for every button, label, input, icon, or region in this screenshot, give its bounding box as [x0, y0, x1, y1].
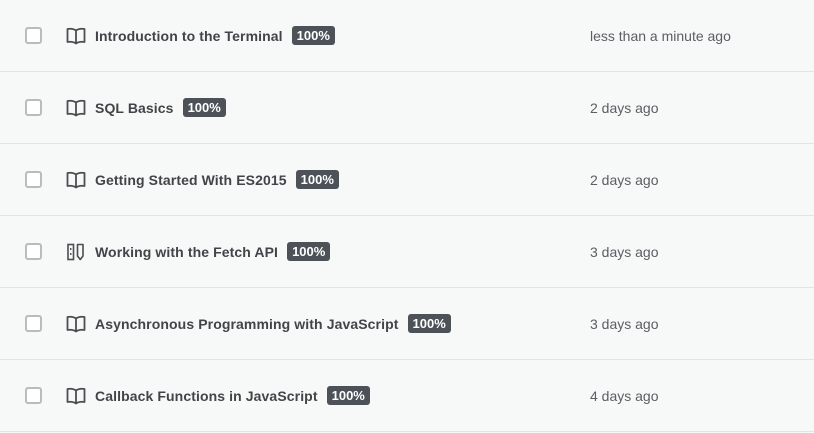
- progress-badge: 100%: [326, 386, 370, 405]
- list-item: Working with the Fetch API 100% 3 days a…: [0, 216, 814, 288]
- book-icon: [66, 170, 86, 190]
- item-title[interactable]: Getting Started With ES2015: [95, 172, 287, 188]
- content-list: Introduction to the Terminal 100% less t…: [0, 0, 814, 432]
- item-title[interactable]: Introduction to the Terminal: [95, 28, 283, 44]
- item-timestamp: 2 days ago: [590, 171, 659, 188]
- item-checkbox[interactable]: [25, 27, 42, 44]
- item-timestamp: less than a minute ago: [590, 27, 731, 44]
- item-title-wrap: Callback Functions in JavaScript 100%: [95, 386, 370, 405]
- item-title-wrap: Introduction to the Terminal 100%: [95, 26, 335, 45]
- book-icon: [66, 98, 86, 118]
- item-title-wrap: Working with the Fetch API 100%: [95, 242, 331, 261]
- list-item: Introduction to the Terminal 100% less t…: [0, 0, 814, 72]
- list-item: Asynchronous Programming with JavaScript…: [0, 288, 814, 360]
- item-title-wrap: Asynchronous Programming with JavaScript…: [95, 314, 451, 333]
- progress-badge: 100%: [287, 242, 331, 261]
- item-checkbox[interactable]: [25, 315, 42, 332]
- item-title-wrap: Getting Started With ES2015 100%: [95, 170, 339, 189]
- item-checkbox[interactable]: [25, 171, 42, 188]
- item-timestamp: 2 days ago: [590, 99, 659, 116]
- item-title[interactable]: SQL Basics: [95, 100, 174, 116]
- list-item: Getting Started With ES2015 100% 2 days …: [0, 144, 814, 216]
- list-item: Callback Functions in JavaScript 100% 4 …: [0, 360, 814, 432]
- item-timestamp: 3 days ago: [590, 243, 659, 260]
- book-icon: [66, 386, 86, 406]
- item-title-wrap: SQL Basics 100%: [95, 98, 226, 117]
- workshop-icon: [66, 242, 86, 262]
- book-icon: [66, 314, 86, 334]
- list-item: SQL Basics 100% 2 days ago: [0, 72, 814, 144]
- item-checkbox[interactable]: [25, 243, 42, 260]
- book-icon: [66, 26, 86, 46]
- item-checkbox[interactable]: [25, 99, 42, 116]
- item-title[interactable]: Callback Functions in JavaScript: [95, 388, 318, 404]
- item-title[interactable]: Asynchronous Programming with JavaScript: [95, 316, 399, 332]
- item-title[interactable]: Working with the Fetch API: [95, 244, 278, 260]
- item-timestamp: 3 days ago: [590, 315, 659, 332]
- progress-badge: 100%: [295, 170, 339, 189]
- item-timestamp: 4 days ago: [590, 387, 659, 404]
- item-checkbox[interactable]: [25, 387, 42, 404]
- progress-badge: 100%: [407, 314, 451, 333]
- progress-badge: 100%: [182, 98, 226, 117]
- progress-badge: 100%: [291, 26, 335, 45]
